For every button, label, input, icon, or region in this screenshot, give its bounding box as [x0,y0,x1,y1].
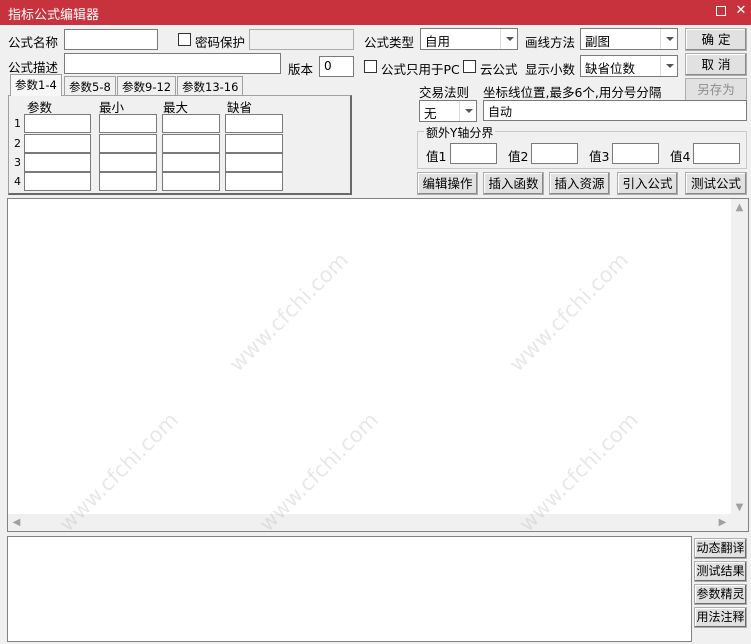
param-1-max[interactable] [162,114,220,133]
tab-params-1-4[interactable]: 参数1-4 [10,74,62,96]
param-wizard-button[interactable]: 参数精灵 [694,584,747,605]
param-row-number: 4 [14,175,21,188]
save-as-button[interactable]: 另存为 [685,78,747,101]
window-title: 指标公式编辑器 [8,8,100,23]
dynamic-translate-button[interactable]: 动态翻译 [694,538,747,559]
coord-label: 坐标线位置,最多6个,用分号分隔 [483,85,662,100]
draw-select[interactable]: 副图 [580,28,678,50]
draw-label: 画线方法 [525,35,576,50]
cancel-button[interactable]: 取 消 [685,53,747,76]
param-1-min[interactable] [99,114,157,133]
param-4-min[interactable] [99,172,157,191]
param-4-max[interactable] [162,172,220,191]
param-3-name[interactable] [24,153,91,172]
param-2-default[interactable] [225,134,283,153]
scroll-up-icon[interactable]: ▲ [731,199,748,216]
extra-y-axis-title: 额外Y轴分界 [424,124,496,141]
password-checkbox[interactable] [178,33,191,46]
param-row-number: 3 [14,156,21,169]
decimals-label: 显示小数 [525,62,576,77]
param-1-default[interactable] [225,114,283,133]
formula-editor-area[interactable]: ▲ ▼ ◀ ▶ [7,198,749,532]
val2-input[interactable] [531,143,578,164]
password-input[interactable] [249,29,354,50]
params-panel: 参数 最小 最大 缺省 1 2 3 4 [8,95,352,195]
test-formula-button[interactable]: 测试公式 [685,172,747,195]
output-area[interactable] [7,536,692,642]
tab-params-5-8[interactable]: 参数5-8 [64,76,116,96]
tab-params-9-12[interactable]: 参数9-12 [117,76,177,96]
type-select[interactable]: 自用 [420,28,518,50]
formula-editor-window: 指标公式编辑器 ✕ 公式名称 密码保护 公式类型 自用 画线方法 副图 确 定 … [0,0,751,644]
edit-ops-button[interactable]: 编辑操作 [417,172,478,195]
draw-select-value: 副图 [585,34,611,49]
val3-input[interactable] [612,143,659,164]
name-label: 公式名称 [8,35,59,50]
insert-function-button[interactable]: 插入函数 [483,172,544,195]
scroll-right-icon[interactable]: ▶ [714,514,731,531]
desc-input[interactable] [64,53,281,74]
val4-input[interactable] [693,143,740,164]
chevron-down-icon[interactable] [459,101,476,121]
param-3-default[interactable] [225,153,283,172]
cloud-label: 云公式 [480,62,518,77]
cloud-checkbox[interactable] [463,60,476,73]
version-label: 版本 [288,62,314,77]
extra-y-axis-group: 额外Y轴分界 值1 值2 值3 值4 [417,124,747,169]
password-label: 密码保护 [195,35,246,50]
param-2-max[interactable] [162,134,220,153]
param-1-name[interactable] [24,114,91,133]
decimals-select-value: 缺省位数 [585,61,636,76]
param-row-number: 2 [14,137,21,150]
import-formula-button[interactable]: 引入公式 [617,172,678,195]
test-result-button[interactable]: 测试结果 [694,561,747,582]
decimals-select[interactable]: 缺省位数 [580,55,678,77]
usage-notes-button[interactable]: 用法注释 [694,607,747,628]
val2-label: 值2 [508,149,529,164]
param-row-number: 1 [14,117,21,130]
param-3-min[interactable] [99,153,157,172]
trade-rule-select-value: 无 [424,106,437,121]
title-bar[interactable]: 指标公式编辑器 ✕ [0,0,751,25]
type-label: 公式类型 [364,35,415,50]
param-2-name[interactable] [24,134,91,153]
name-input[interactable] [64,29,158,50]
val1-label: 值1 [426,149,447,164]
maximize-icon[interactable] [713,3,729,19]
coord-input[interactable]: 自动 [483,100,747,121]
chevron-down-icon[interactable] [660,56,677,76]
pc-only-label: 公式只用于PC [381,62,460,77]
pc-only-checkbox[interactable] [364,60,377,73]
param-4-name[interactable] [24,172,91,191]
chevron-down-icon[interactable] [660,29,677,49]
chevron-down-icon[interactable] [500,29,517,49]
trade-rule-select[interactable]: 无 [419,100,477,122]
val3-label: 值3 [589,149,610,164]
param-2-min[interactable] [99,134,157,153]
insert-resource-button[interactable]: 插入资源 [549,172,610,195]
ok-button[interactable]: 确 定 [685,28,747,51]
tab-params-13-16[interactable]: 参数13-16 [177,76,244,96]
val4-label: 值4 [670,149,691,164]
version-input[interactable]: 0 [319,56,354,77]
scrollbar-corner [731,514,748,531]
trade-rule-label: 交易法则 [419,85,470,100]
param-4-default[interactable] [225,172,283,191]
scroll-left-icon[interactable]: ◀ [8,514,25,531]
vertical-scrollbar[interactable]: ▲ ▼ [731,199,748,516]
type-select-value: 自用 [425,34,451,49]
horizontal-scrollbar[interactable]: ◀ ▶ [8,514,731,531]
val1-input[interactable] [450,143,497,164]
close-icon[interactable]: ✕ [733,3,749,19]
param-3-max[interactable] [162,153,220,172]
